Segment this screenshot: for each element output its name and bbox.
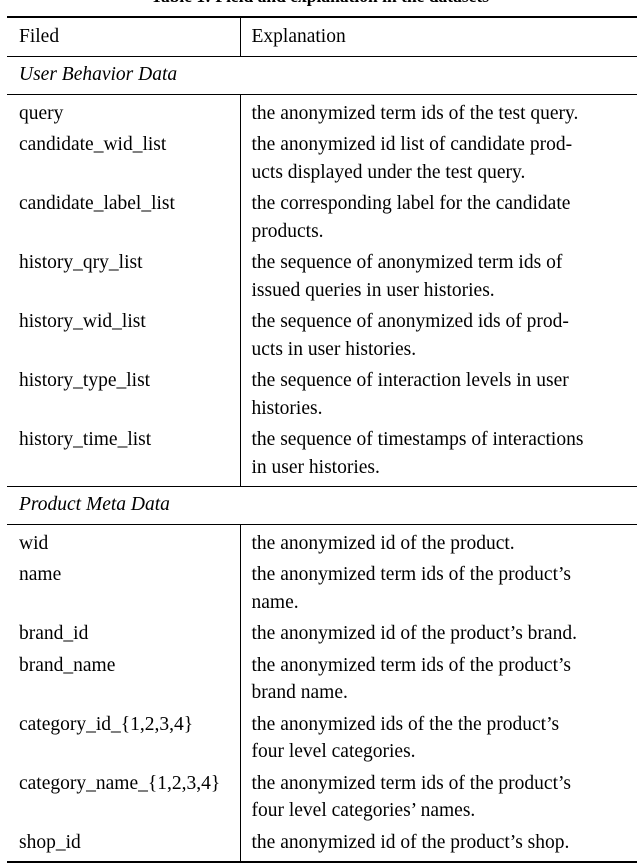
section-header-row: User Behavior Data: [7, 56, 637, 94]
explanation-line: the anonymized id list of candidate prod…: [251, 134, 573, 156]
table-row: category_name_{1,2,3,4} the anonymized te…: [7, 767, 637, 827]
field-explanation: the sequence of timestamps of interactio…: [240, 424, 637, 486]
explanation-line: the anonymized term ids of the product’s: [251, 564, 572, 586]
explanation-line: the anonymized term ids of the product’s: [251, 654, 572, 676]
field-name: candidate_label_list: [7, 188, 241, 248]
explanation-line: the anonymized id of the product’s shop.: [251, 831, 570, 853]
section-title: Product Meta Data: [19, 494, 170, 516]
field-explanation: the anonymized id of the product.: [240, 524, 637, 559]
field-explanation: the anonymized ids of the the product’s f…: [240, 709, 637, 768]
section-header-row: Product Meta Data: [7, 486, 637, 524]
explanation-line: issued queries in user histories.: [251, 279, 495, 301]
table-row: wid the anonymized id of the product.: [7, 524, 637, 560]
field-explanation: the sequence of anonymized term ids of is…: [240, 247, 637, 306]
explanation-line: name.: [251, 591, 299, 613]
field-explanation: the anonymized term ids of the product’s…: [240, 650, 637, 709]
explanation-line: four level categories.: [251, 741, 416, 763]
table-row: query the anonymized term ids of the test…: [7, 94, 637, 130]
field-explanation: the anonymized term ids of the product’s…: [240, 559, 637, 618]
explanation-line: brand name.: [251, 682, 348, 704]
explanation-line: the corresponding label for the candidat…: [251, 193, 571, 215]
explanation-line: the sequence of timestamps of interactio…: [251, 429, 584, 451]
table-row: candidate_wid_list the anonymized id list…: [7, 129, 637, 189]
explanation-line: in user histories.: [251, 456, 380, 478]
table-row: history_qry_list the sequence of anonymiz…: [7, 247, 637, 307]
table-container: Filed Explanation User Behavior Data query t…: [7, 16, 637, 863]
field-name: shop_id: [7, 826, 241, 863]
field-name: category_name_{1,2,3,4}: [7, 767, 241, 827]
field-name: history_wid_list: [7, 306, 241, 366]
column-header-field: Filed: [7, 17, 241, 57]
explanation-line: the sequence of interaction levels in us…: [251, 370, 569, 392]
table-row: candidate_label_list the corresponding la…: [7, 188, 637, 248]
field-name: brand_id: [7, 618, 241, 650]
explanation-line: the sequence of anonymized term ids of: [251, 252, 563, 274]
field-name: candidate_wid_list: [7, 129, 241, 189]
explanation-line: histories.: [251, 397, 323, 419]
field-explanation: the anonymized id of the product’s shop.: [240, 827, 637, 862]
table-caption: Table 1: Field and explanation in the da…: [0, 0, 640, 6]
table-row: brand_name the anonymized term ids of the…: [7, 649, 637, 709]
table-row: history_type_list the sequence of interac…: [7, 365, 637, 425]
field-explanation: the sequence of anonymized ids of prod-u…: [240, 306, 637, 365]
explanation-line: four level categories’ names.: [251, 800, 476, 822]
table-row: history_wid_list the sequence of anonymiz…: [7, 306, 637, 366]
explanation-line: the anonymized ids of the the product’s: [251, 713, 560, 735]
explanation-line: the anonymized id of the product.: [251, 532, 515, 554]
explanation-line: the anonymized term ids of the product’s: [251, 772, 572, 794]
field-explanation: the corresponding label for the candidat…: [240, 188, 637, 247]
explanation-line: the anonymized term ids of the test quer…: [251, 102, 579, 124]
table-row: shop_id the anonymized id of the product’…: [7, 826, 637, 863]
table-header-row: Filed Explanation: [7, 17, 637, 57]
field-explanation: the anonymized term ids of the test quer…: [240, 94, 637, 129]
explanation-line: the sequence of anonymized ids of prod-: [251, 311, 569, 333]
explanation-line: ucts displayed under the test query.: [251, 161, 526, 183]
table-row: name the anonymized term ids of the produ…: [7, 559, 637, 619]
table-row: history_time_list the sequence of timesta…: [7, 424, 637, 487]
explanation-line: products.: [251, 220, 324, 242]
table-page: Table 1: Field and explanation in the da…: [0, 0, 640, 863]
field-explanation: the anonymized term ids of the product’s…: [240, 768, 637, 827]
field-name: history_qry_list: [7, 247, 241, 307]
field-name: history_time_list: [7, 424, 241, 487]
field-explanation: the anonymized id of the product’s brand…: [240, 618, 637, 649]
table-caption-clip: Table 1: Field and explanation in the da…: [0, 0, 640, 13]
field-name: name: [7, 559, 241, 619]
column-header-explanation: Explanation: [251, 26, 346, 47]
field-explanation: the sequence of interaction levels in us…: [240, 365, 637, 424]
table-row: category_id_{1,2,3,4} the anonymized ids …: [7, 708, 637, 768]
field-name: category_id_{1,2,3,4}: [7, 708, 241, 768]
field-name: wid: [7, 524, 241, 560]
field-name: history_type_list: [7, 365, 241, 425]
table-body: Filed Explanation User Behavior Data query t…: [7, 17, 637, 863]
section-title: User Behavior Data: [19, 64, 178, 86]
field-explanation: the anonymized id list of candidate prod…: [240, 129, 637, 188]
field-explanation-table: Filed Explanation User Behavior Data query t…: [7, 16, 637, 863]
table-row: brand_id the anonymized id of the product…: [7, 618, 637, 650]
field-name: query: [7, 94, 241, 130]
field-name: brand_name: [7, 649, 241, 709]
explanation-line: the anonymized id of the product’s brand…: [251, 623, 577, 645]
explanation-line: ucts in user histories.: [251, 338, 417, 360]
